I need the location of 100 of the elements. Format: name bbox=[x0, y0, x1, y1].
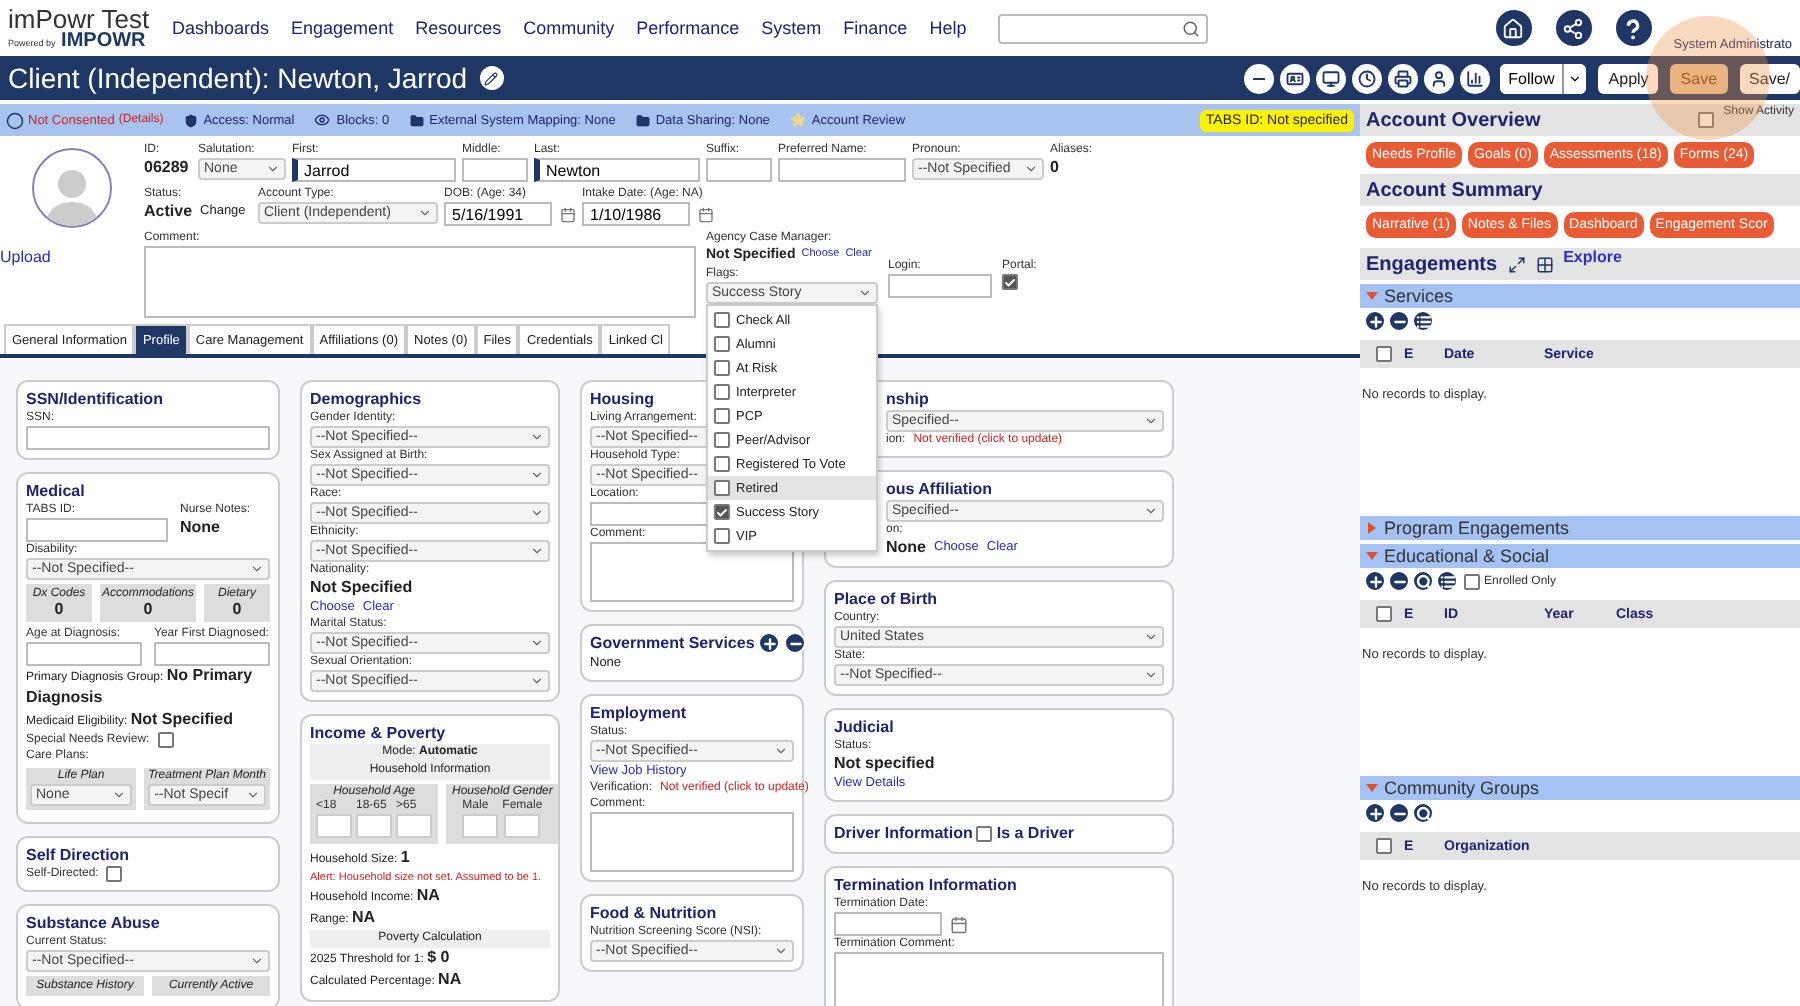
eye-icon bbox=[314, 112, 331, 128]
minus-icon[interactable] bbox=[1244, 63, 1275, 93]
remove-icon[interactable] bbox=[1388, 570, 1410, 592]
toolbar-button[interactable]: Save/ bbox=[1739, 63, 1800, 93]
checkbox[interactable] bbox=[714, 384, 730, 400]
text-field[interactable] bbox=[26, 642, 142, 666]
checkbox[interactable] bbox=[1376, 838, 1392, 854]
caret-icon bbox=[1144, 668, 1158, 682]
checkbox[interactable] bbox=[714, 528, 730, 544]
caret-icon bbox=[1144, 414, 1158, 428]
add-icon[interactable] bbox=[758, 632, 781, 654]
remove-icon[interactable] bbox=[1388, 802, 1410, 824]
screen-icon[interactable] bbox=[1316, 63, 1347, 93]
caret-icon bbox=[530, 506, 544, 520]
list-icon[interactable] bbox=[1412, 310, 1434, 332]
toolbar-button[interactable]: Apply bbox=[1598, 63, 1659, 93]
count-field[interactable] bbox=[462, 814, 499, 838]
checkbox[interactable] bbox=[714, 480, 730, 496]
follow-menu-button[interactable] bbox=[1562, 63, 1587, 93]
section-title: SSN/Identification bbox=[26, 388, 163, 410]
date-field[interactable]: 1/10/1986 bbox=[582, 202, 690, 226]
checkbox[interactable] bbox=[714, 408, 730, 424]
checkbox[interactable] bbox=[1464, 573, 1480, 589]
section-title: Medical bbox=[26, 480, 85, 502]
nav-link[interactable]: Engagement bbox=[291, 18, 394, 38]
count-field[interactable] bbox=[504, 814, 541, 838]
printer-icon[interactable] bbox=[1388, 63, 1419, 93]
caret-icon bbox=[530, 430, 544, 444]
checkbox[interactable] bbox=[714, 336, 730, 352]
checkbox[interactable] bbox=[714, 504, 730, 520]
clock-icon[interactable] bbox=[1352, 63, 1383, 93]
calendar-icon[interactable] bbox=[698, 205, 714, 223]
group-header[interactable]: Program Engagements bbox=[1360, 516, 1800, 540]
chart-icon[interactable] bbox=[1460, 63, 1491, 93]
checkbox[interactable] bbox=[714, 432, 730, 448]
text-field[interactable] bbox=[888, 274, 992, 298]
checkbox[interactable] bbox=[1002, 274, 1018, 290]
text-field[interactable] bbox=[154, 642, 270, 666]
add-icon[interactable] bbox=[1364, 802, 1386, 824]
caret-icon bbox=[530, 544, 544, 558]
text-field[interactable] bbox=[26, 518, 168, 542]
text-field[interactable] bbox=[706, 158, 772, 182]
checkbox[interactable] bbox=[714, 456, 730, 472]
checkbox[interactable] bbox=[106, 866, 123, 882]
search-field[interactable] bbox=[998, 13, 1209, 43]
nav-link[interactable]: Finance bbox=[843, 18, 908, 38]
calendar-icon[interactable] bbox=[950, 915, 968, 933]
share-icon[interactable] bbox=[1553, 8, 1594, 48]
nav-link[interactable]: Dashboards bbox=[172, 18, 270, 38]
upload-link[interactable]: Upload bbox=[0, 248, 51, 266]
checkbox[interactable] bbox=[1697, 112, 1714, 128]
home-icon[interactable] bbox=[1493, 8, 1534, 48]
checkbox[interactable] bbox=[157, 732, 174, 748]
section-title: ous Affiliation bbox=[886, 478, 993, 500]
text-field[interactable] bbox=[26, 426, 270, 450]
remove-icon[interactable] bbox=[1388, 310, 1410, 332]
comment-field[interactable] bbox=[144, 246, 696, 318]
text-field[interactable]: Jarrod bbox=[292, 158, 456, 182]
nav-link[interactable]: Performance bbox=[636, 18, 740, 38]
calendar-icon[interactable] bbox=[560, 205, 576, 223]
section-title: Housing bbox=[590, 388, 654, 410]
group-header[interactable]: Services bbox=[1360, 284, 1800, 308]
list-icon[interactable] bbox=[1436, 570, 1458, 592]
section-title: Food & Nutrition bbox=[590, 902, 717, 924]
expand-icon[interactable] bbox=[1507, 255, 1526, 273]
grid-icon[interactable] bbox=[1535, 255, 1554, 273]
count-field[interactable] bbox=[316, 814, 352, 838]
caret-icon bbox=[250, 562, 264, 576]
text-field[interactable] bbox=[462, 158, 528, 182]
checkbox[interactable] bbox=[1376, 606, 1392, 622]
nav-link[interactable]: System bbox=[761, 18, 822, 38]
checkbox[interactable] bbox=[714, 312, 730, 328]
nav-link[interactable]: Community bbox=[523, 18, 615, 38]
nav-link[interactable]: Help bbox=[929, 18, 967, 38]
logo-title: imPowr Test bbox=[8, 5, 152, 31]
group-header[interactable]: Educational & Social bbox=[1360, 544, 1800, 568]
nav-link[interactable]: Resources bbox=[415, 18, 502, 38]
add-icon[interactable] bbox=[1364, 570, 1386, 592]
checkbox[interactable] bbox=[714, 360, 730, 376]
explore-link[interactable]: Explore bbox=[1563, 248, 1622, 266]
caret-icon bbox=[418, 206, 432, 220]
count-field[interactable] bbox=[396, 814, 432, 838]
remove-icon[interactable] bbox=[784, 632, 807, 654]
text-field[interactable] bbox=[778, 158, 906, 182]
date-field[interactable] bbox=[834, 912, 942, 936]
shield-icon bbox=[183, 113, 198, 127]
count-field[interactable] bbox=[356, 814, 392, 838]
group-header[interactable]: Community Groups bbox=[1360, 776, 1800, 800]
window-title: Client (Independent): Newton, Jarrod bbox=[8, 62, 468, 94]
id-card-icon[interactable] bbox=[1280, 63, 1311, 93]
checkbox[interactable] bbox=[1376, 346, 1392, 362]
caret-icon bbox=[112, 788, 127, 802]
checkbox[interactable] bbox=[976, 825, 993, 841]
add-icon[interactable] bbox=[1364, 310, 1386, 332]
text-field[interactable]: Newton bbox=[534, 158, 700, 182]
help-icon[interactable] bbox=[1613, 8, 1654, 48]
field-value: 06289 bbox=[144, 158, 189, 178]
pencil-icon[interactable] bbox=[479, 66, 504, 90]
date-field[interactable]: 5/16/1991 bbox=[444, 202, 552, 226]
user-icon[interactable] bbox=[1424, 63, 1455, 93]
